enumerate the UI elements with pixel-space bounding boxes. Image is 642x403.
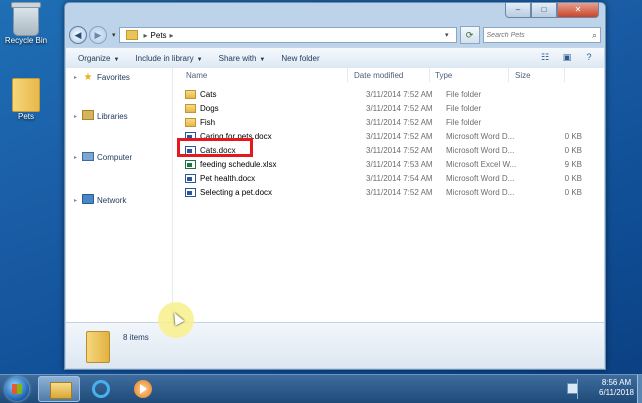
folder-icon [50,382,72,399]
taskbar-media-player[interactable] [122,376,164,402]
excel-workbook-icon [185,160,196,169]
close-button[interactable]: ✕ [557,3,599,18]
nav-item-libraries[interactable]: ▸ Libraries [74,110,128,122]
folder-icon [86,331,110,363]
folder-icon [12,78,40,112]
media-player-icon [134,380,152,398]
system-clock[interactable]: 8:56 AM 6/11/2018 [599,378,634,398]
highlight-box [177,138,253,157]
word-document-icon [185,188,196,197]
caption-buttons: – □ ✕ [505,3,599,18]
address-bar[interactable]: ▸ Pets ▸ ▾ [118,27,457,43]
preview-pane-icon[interactable]: ▣ [560,51,574,63]
help-icon[interactable]: ? [582,51,596,63]
back-button[interactable]: ◀ [69,26,87,44]
network-icon [82,194,94,206]
breadcrumb-chevron-icon[interactable]: ▸ [144,31,148,40]
recycle-bin-icon [11,2,41,36]
chevron-down-icon: ▼ [113,56,120,63]
share-with-button[interactable]: Share with ▼ [219,54,266,63]
change-view-icon[interactable]: ☷ [538,51,552,63]
star-icon: ★ [83,72,93,83]
column-header-size[interactable]: Size [515,71,531,80]
taskbar-internet-explorer[interactable] [80,376,122,402]
nav-item-computer[interactable]: ▸ Computer [74,152,132,163]
chevron-down-icon: ▼ [196,56,203,63]
expand-icon[interactable]: ▸ [74,74,82,81]
command-bar: Organize ▼ Include in library ▼ Share with… [66,47,604,69]
expand-icon[interactable]: ▸ [74,154,82,161]
minimize-button[interactable]: – [505,3,531,18]
details-pane: 8 items [66,322,604,368]
file-row[interactable]: Dogs 3/11/2014 7:52 AM File folder [185,102,605,115]
recent-pages-dropdown[interactable]: ▾ [112,31,116,39]
desktop-icon-label: Recycle Bin [4,36,48,45]
column-header-type[interactable]: Type [435,71,452,80]
refresh-button[interactable]: ⟳ [459,26,480,44]
search-box[interactable]: ⌕ [482,27,601,43]
clock-time: 8:56 AM [601,378,632,387]
file-row[interactable]: Cats 3/11/2014 7:52 AM File folder [185,88,605,101]
column-header-date-modified[interactable]: Date modified [354,71,403,80]
search-input[interactable] [486,31,592,39]
file-row[interactable]: Selecting a pet.docx 3/11/2014 7:52 AM M… [185,186,605,199]
nav-item-network[interactable]: ▸ Network [74,194,126,206]
expand-icon[interactable]: ▸ [74,113,82,120]
file-row[interactable]: Fish 3/11/2014 7:52 AM File folder [185,116,605,129]
forward-button[interactable]: ▶ [89,26,107,44]
internet-explorer-icon [92,380,110,398]
taskbar-windows-explorer[interactable] [38,376,80,402]
libraries-icon [82,110,94,122]
nav-item-favorites[interactable]: ▸ ★ Favorites [74,72,130,83]
folder-icon [185,104,196,113]
breadcrumb-pets[interactable]: Pets [151,31,167,40]
expand-icon[interactable]: ▸ [74,197,82,204]
include-in-library-button[interactable]: Include in library ▼ [135,54,202,63]
desktop-icon-recycle-bin[interactable]: Recycle Bin [2,2,50,45]
start-button[interactable] [5,377,29,401]
computer-icon [82,152,94,163]
address-row: ◀ ▶ ▾ ▸ Pets ▸ ▾ ⟳ ⌕ [69,25,601,45]
folder-icon [125,30,138,40]
file-row[interactable]: Pet health.docx 3/11/2014 7:54 AM Micros… [185,172,605,185]
navigation-pane: ▸ ★ Favorites ▸ Libraries ▸ Computer ▸ N… [66,68,173,323]
item-count: 8 items [123,333,149,342]
file-row[interactable]: feeding schedule.xlsx 3/11/2014 7:53 AM … [185,158,605,171]
breadcrumb-chevron-icon[interactable]: ▸ [170,31,174,40]
organize-button[interactable]: Organize ▼ [78,54,119,63]
clock-date: 6/11/2018 [599,388,634,397]
desktop-icon-label: Pets [17,112,34,121]
search-icon[interactable]: ⌕ [592,30,597,41]
desktop-icon-pets[interactable]: Pets [2,78,50,121]
maximize-button[interactable]: □ [531,3,557,18]
folder-icon [185,118,196,127]
explorer-window: – □ ✕ ◀ ▶ ▾ ▸ Pets ▸ ▾ ⟳ ⌕ Organize▼ Inc… [64,2,606,370]
folder-icon [185,90,196,99]
content-area: ▸ ★ Favorites ▸ Libraries ▸ Computer ▸ N… [66,68,604,323]
show-desktop-button[interactable] [637,375,642,403]
chevron-down-icon: ▼ [259,56,266,63]
new-folder-button[interactable]: New folder [281,54,319,63]
file-list: Name Date modified Type Size Cats 3/11/2… [173,68,604,323]
word-document-icon [185,174,196,183]
address-dropdown-icon[interactable]: ▾ [445,31,449,39]
taskbar: 8:56 AM 6/11/2018 [0,374,642,403]
column-header-name[interactable]: Name [186,71,207,80]
